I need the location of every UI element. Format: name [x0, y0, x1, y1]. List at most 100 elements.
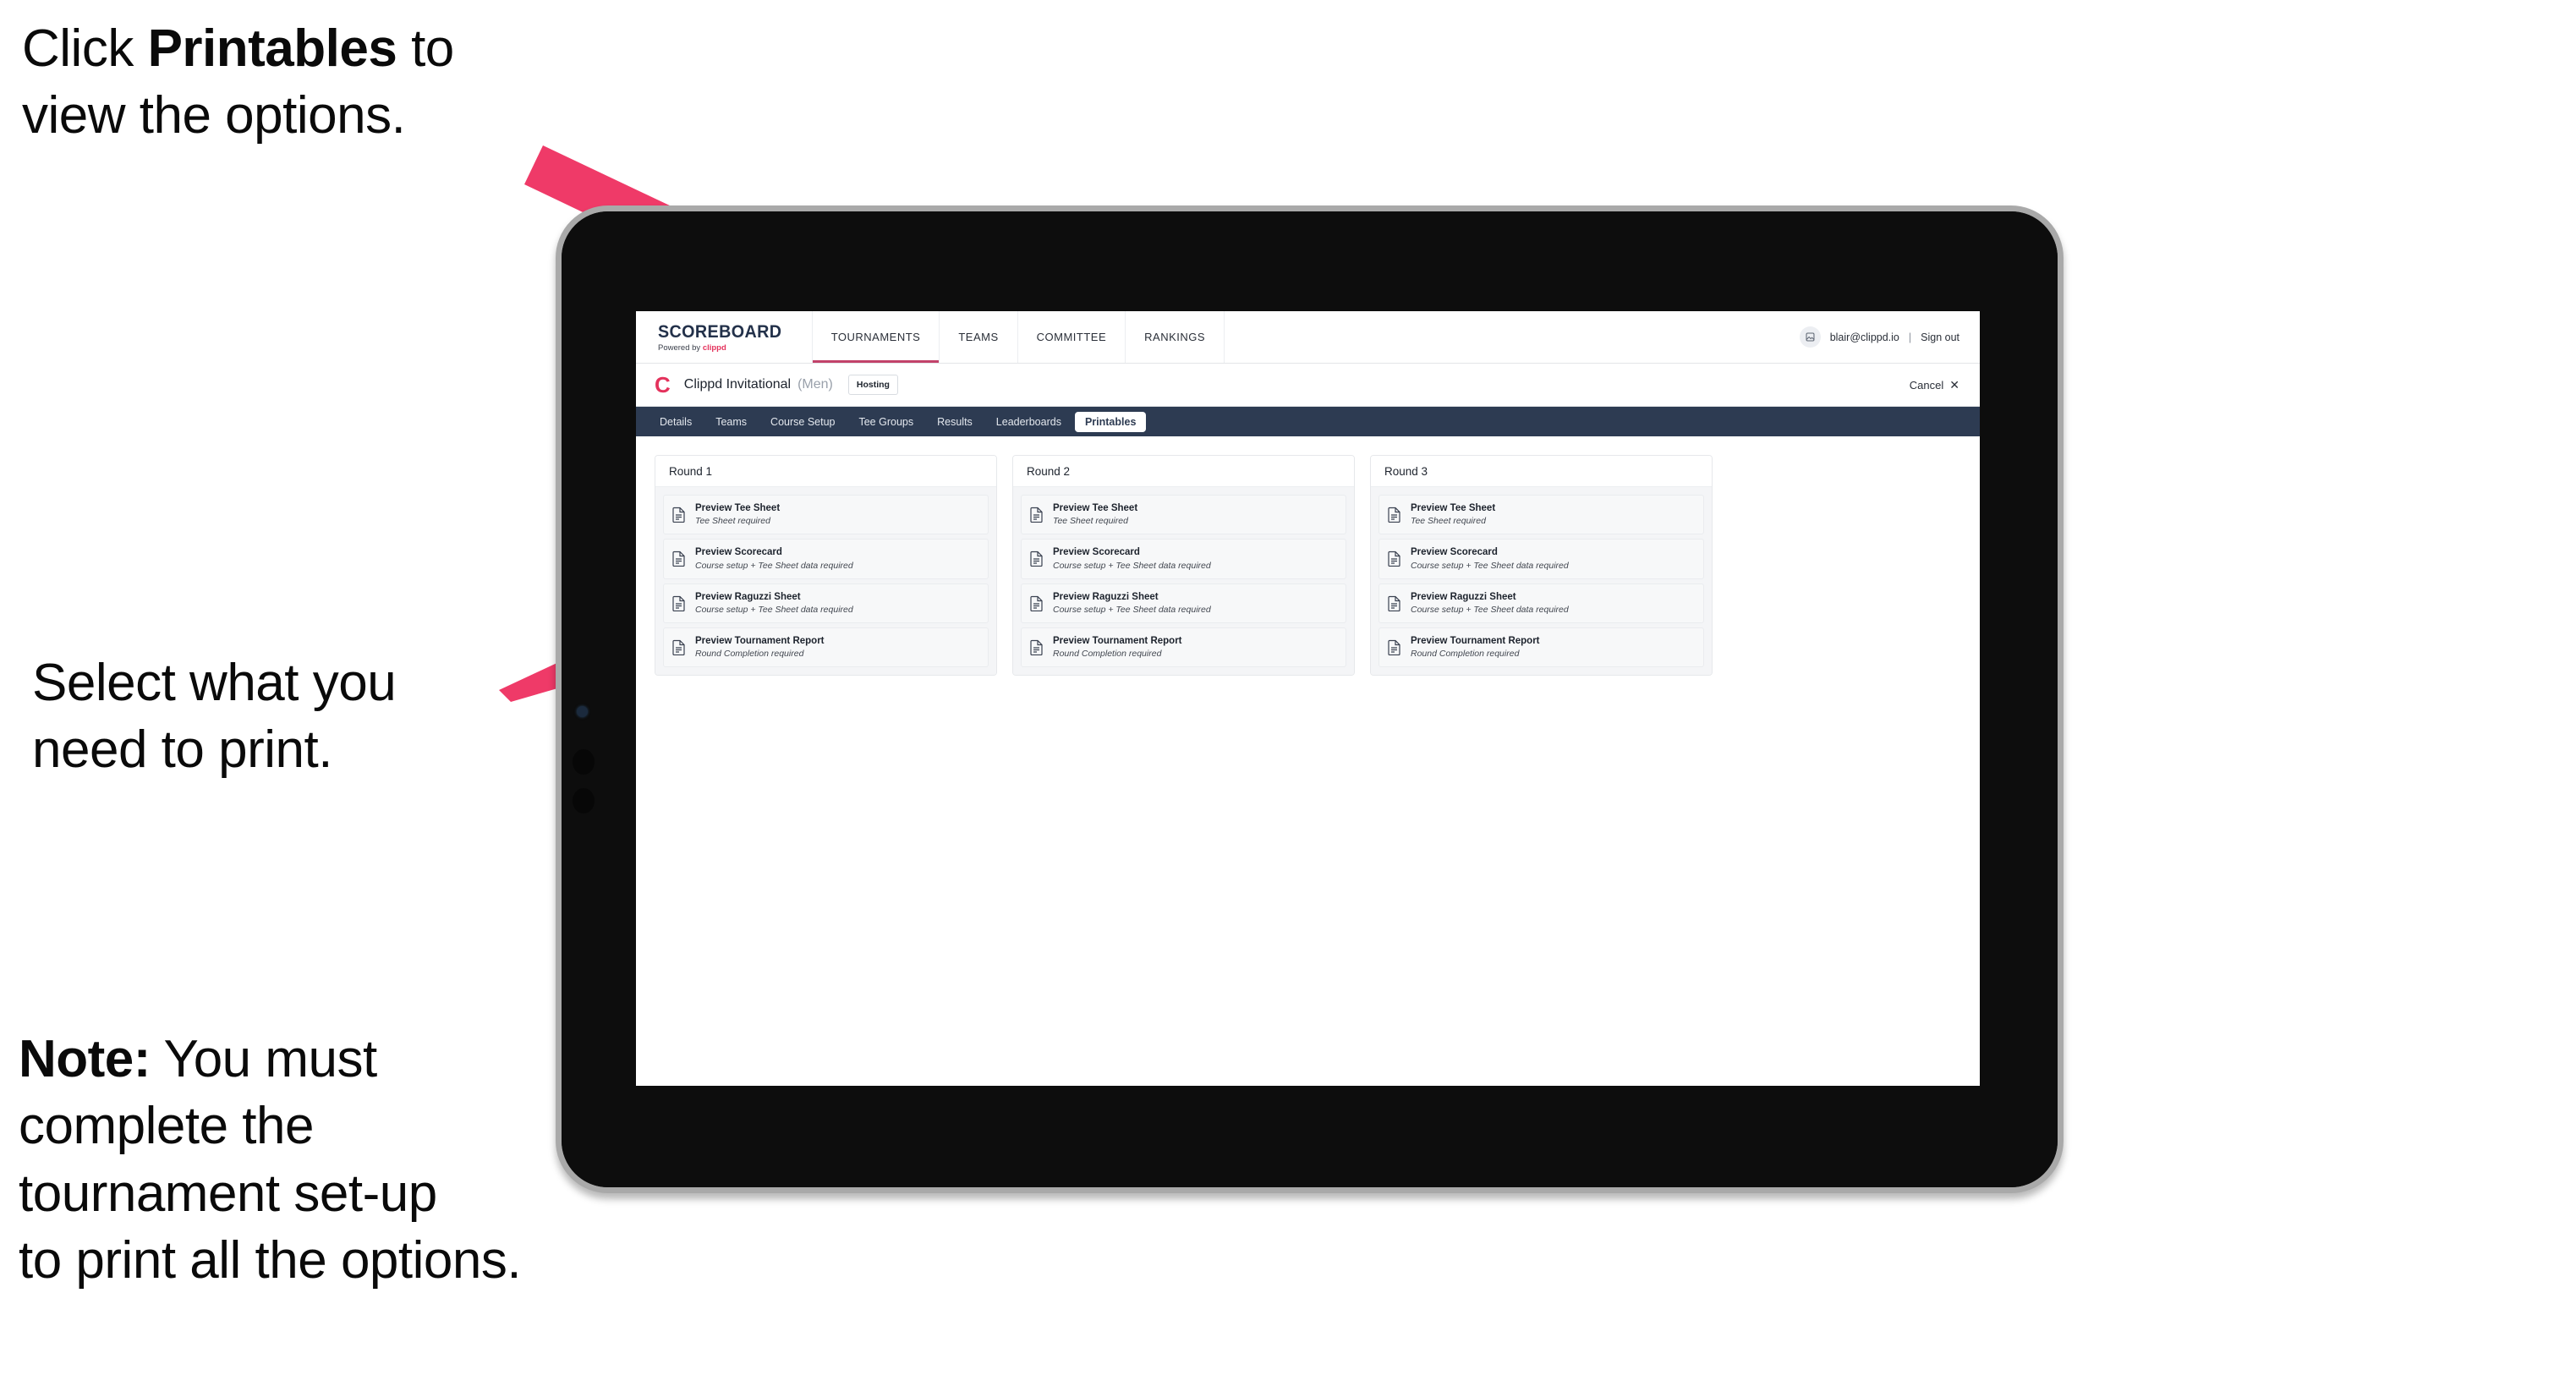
printable-item-tee-sheet[interactable]: Preview Tee Sheet Tee Sheet required	[1378, 495, 1704, 535]
tournament-gender-label: (Men)	[797, 377, 833, 392]
printable-item-title: Preview Raguzzi Sheet	[1053, 591, 1159, 602]
printable-item-requirement: Course setup + Tee Sheet data required	[1411, 604, 1569, 615]
tablet-volume-down-button[interactable]	[573, 788, 595, 814]
cancel-button[interactable]: Cancel ✕	[1910, 378, 1959, 392]
printable-item-texts: Preview Tournament Report Round Completi…	[1053, 636, 1182, 659]
printable-item-raguzzi-sheet[interactable]: Preview Raguzzi Sheet Course setup + Tee…	[663, 583, 989, 623]
printable-item-title: Preview Raguzzi Sheet	[1411, 591, 1516, 602]
printable-item-requirement: Round Completion required	[1053, 649, 1162, 660]
tab-results[interactable]: Results	[927, 412, 983, 432]
round-items-list: Preview Tee Sheet Tee Sheet required Pre…	[655, 487, 996, 676]
tablet-camera-icon	[577, 706, 588, 717]
document-icon	[1030, 595, 1044, 611]
app-viewport: SCOREBOARD Powered by clippd TOURNAMENTS…	[636, 311, 1980, 1086]
logo-tagline: Powered by clippd	[658, 343, 790, 353]
nav-item-tournaments[interactable]: TOURNAMENTS	[811, 311, 940, 363]
nav-item-committee[interactable]: COMMITTEE	[1018, 311, 1126, 363]
printable-item-requirement: Tee Sheet required	[695, 516, 770, 527]
clippd-c-logo-icon: C	[655, 372, 671, 397]
tab-leaderboards[interactable]: Leaderboards	[986, 412, 1072, 432]
sign-out-link[interactable]: Sign out	[1921, 331, 1959, 343]
printable-item-requirement: Course setup + Tee Sheet data required	[1053, 560, 1211, 571]
tournament-context-bar: C Clippd Invitational (Men) Hosting Canc…	[636, 364, 1980, 407]
document-icon	[1030, 507, 1044, 523]
printable-item-scorecard[interactable]: Preview Scorecard Course setup + Tee She…	[1378, 539, 1704, 579]
document-icon	[1388, 507, 1401, 523]
printable-item-requirement: Course setup + Tee Sheet data required	[695, 604, 853, 615]
printable-item-texts: Preview Tournament Report Round Completi…	[695, 636, 825, 659]
printable-item-tournament-report[interactable]: Preview Tournament Report Round Completi…	[1378, 627, 1704, 668]
primary-nav: TOURNAMENTS TEAMS COMMITTEE RANKINGS	[811, 311, 1225, 363]
printable-item-tournament-report[interactable]: Preview Tournament Report Round Completi…	[663, 627, 989, 668]
tab-printables[interactable]: Printables	[1074, 411, 1147, 432]
printable-item-requirement: Tee Sheet required	[1411, 516, 1486, 527]
user-email-label: blair@clippd.io	[1829, 331, 1899, 343]
printable-item-texts: Preview Raguzzi Sheet Course setup + Tee…	[695, 592, 853, 615]
printable-item-title: Preview Tee Sheet	[1053, 503, 1138, 513]
annotation-text-part: Select what you need to print.	[32, 654, 397, 780]
logo-wordmark: SCOREBOARD	[658, 321, 782, 342]
round-card: Round 3 Preview Tee Sheet Tee Sheet requ…	[1370, 455, 1713, 677]
printable-item-texts: Preview Tee Sheet Tee Sheet required	[1053, 503, 1137, 526]
printable-item-requirement: Course setup + Tee Sheet data required	[1053, 604, 1211, 615]
printable-item-title: Preview Tournament Report	[1411, 635, 1540, 646]
document-icon	[1030, 639, 1044, 655]
document-icon	[672, 551, 686, 567]
close-icon: ✕	[1949, 377, 1959, 392]
tablet-screen-bezel: SCOREBOARD Powered by clippd TOURNAMENTS…	[562, 211, 2058, 1187]
printable-item-requirement: Round Completion required	[695, 649, 804, 660]
round-items-list: Preview Tee Sheet Tee Sheet required Pre…	[1371, 487, 1712, 676]
printable-item-requirement: Course setup + Tee Sheet data required	[1411, 560, 1569, 571]
document-icon	[1388, 595, 1401, 611]
tab-tee-groups[interactable]: Tee Groups	[848, 412, 924, 432]
logo-tagline-brand: clippd	[702, 342, 726, 353]
printable-item-raguzzi-sheet[interactable]: Preview Raguzzi Sheet Course setup + Tee…	[1021, 583, 1346, 623]
tab-teams[interactable]: Teams	[705, 412, 757, 432]
cancel-label: Cancel	[1909, 378, 1944, 392]
user-avatar-icon[interactable]	[1799, 326, 1821, 348]
annotation-click-printables: Click Printables to view the options.	[22, 15, 665, 150]
printable-item-texts: Preview Raguzzi Sheet Course setup + Tee…	[1411, 592, 1569, 615]
logo-tagline-prefix: Powered by	[658, 342, 703, 353]
tablet-volume-up-button[interactable]	[573, 749, 595, 775]
printable-item-texts: Preview Scorecard Course setup + Tee She…	[695, 547, 853, 570]
printable-item-title: Preview Tee Sheet	[1411, 503, 1496, 513]
tab-course-setup[interactable]: Course Setup	[760, 412, 845, 432]
document-icon	[672, 639, 686, 655]
printable-item-title: Preview Scorecard	[1053, 547, 1140, 558]
tablet-device-frame: SCOREBOARD Powered by clippd TOURNAMENTS…	[556, 205, 2064, 1193]
printable-item-title: Preview Raguzzi Sheet	[695, 591, 801, 602]
printable-item-tournament-report[interactable]: Preview Tournament Report Round Completi…	[1021, 627, 1346, 668]
printable-item-title: Preview Scorecard	[1411, 547, 1498, 558]
annotation-text-part: Click	[22, 19, 148, 78]
round-items-list: Preview Tee Sheet Tee Sheet required Pre…	[1013, 487, 1354, 676]
tournament-title: Clippd Invitational	[683, 377, 792, 392]
header-user-area: blair@clippd.io | Sign out	[1799, 311, 1980, 363]
printable-item-texts: Preview Tee Sheet Tee Sheet required	[1411, 503, 1495, 526]
printable-item-scorecard[interactable]: Preview Scorecard Course setup + Tee She…	[663, 539, 989, 579]
printable-item-texts: Preview Raguzzi Sheet Course setup + Tee…	[1053, 592, 1211, 615]
scoreboard-logo[interactable]: SCOREBOARD Powered by clippd	[636, 311, 812, 363]
printable-item-texts: Preview Scorecard Course setup + Tee She…	[1053, 547, 1211, 570]
nav-item-teams[interactable]: TEAMS	[940, 311, 1018, 363]
printable-item-scorecard[interactable]: Preview Scorecard Course setup + Tee She…	[1021, 539, 1346, 579]
round-card: Round 1 Preview Tee Sheet Tee Sheet requ…	[655, 455, 997, 677]
printable-item-tee-sheet[interactable]: Preview Tee Sheet Tee Sheet required	[1021, 495, 1346, 535]
printable-item-title: Preview Scorecard	[695, 547, 782, 558]
printable-item-title: Preview Tee Sheet	[695, 503, 781, 513]
printable-item-tee-sheet[interactable]: Preview Tee Sheet Tee Sheet required	[663, 495, 989, 535]
round-card: Round 2 Preview Tee Sheet Tee Sheet requ…	[1012, 455, 1355, 677]
printable-item-texts: Preview Tee Sheet Tee Sheet required	[695, 503, 780, 526]
tab-details[interactable]: Details	[649, 412, 702, 432]
printables-content: Round 1 Preview Tee Sheet Tee Sheet requ…	[636, 436, 1980, 677]
document-icon	[672, 595, 686, 611]
printable-item-requirement: Round Completion required	[1411, 649, 1520, 660]
printable-item-title: Preview Tournament Report	[695, 635, 825, 646]
printable-item-requirement: Course setup + Tee Sheet data required	[695, 560, 853, 571]
hosting-badge[interactable]: Hosting	[847, 375, 898, 395]
printable-item-raguzzi-sheet[interactable]: Preview Raguzzi Sheet Course setup + Tee…	[1378, 583, 1704, 623]
round-title: Round 1	[655, 456, 996, 487]
printable-item-requirement: Tee Sheet required	[1053, 516, 1128, 527]
nav-item-rankings[interactable]: RANKINGS	[1126, 311, 1225, 363]
annotation-bold-part: Note:	[19, 1030, 151, 1088]
